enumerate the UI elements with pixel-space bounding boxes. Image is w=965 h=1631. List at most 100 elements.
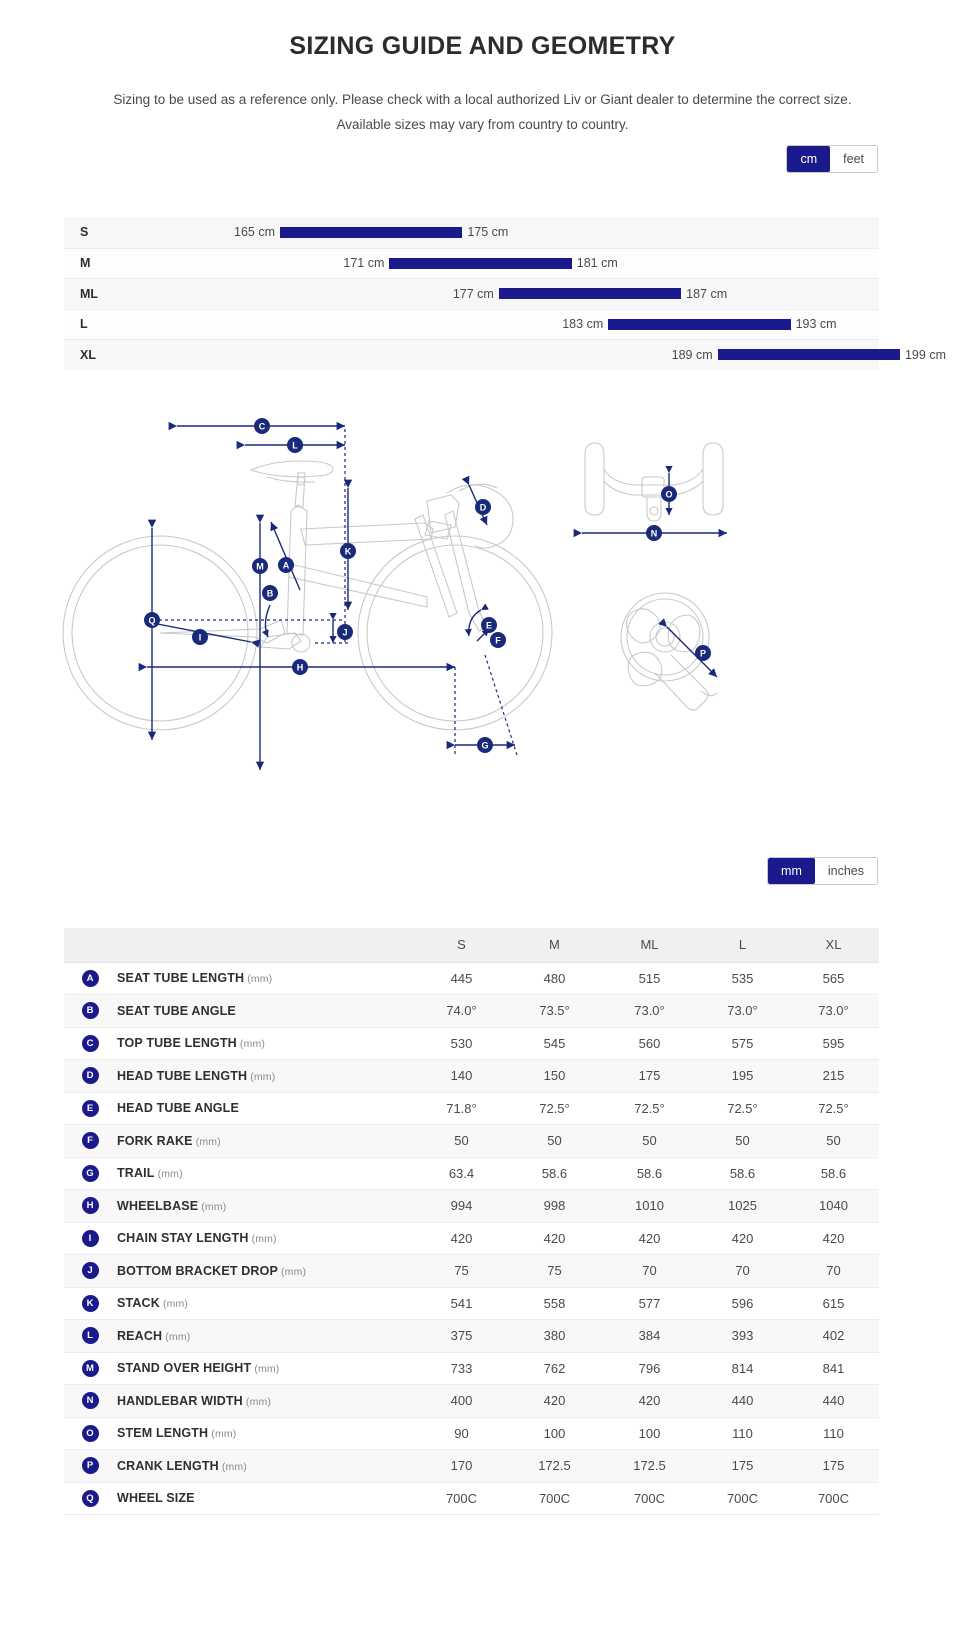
geometry-row-name: SEAT TUBE LENGTH (mm) <box>116 962 416 995</box>
geometry-row-value: 72.5° <box>602 1092 697 1125</box>
svg-text:L: L <box>292 441 298 451</box>
height-unit-option-cm[interactable]: cm <box>787 146 830 172</box>
geometry-row-value: 420 <box>416 1222 507 1255</box>
geometry-header-row: SMMLLXL <box>64 928 879 962</box>
measure-unit-option-inches[interactable]: inches <box>815 858 877 884</box>
geometry-row-unit: (mm) <box>237 1038 265 1050</box>
geometry-row-badge: E <box>64 1092 116 1125</box>
badge-d-icon: D <box>82 1067 99 1084</box>
geometry-row-name: TRAIL (mm) <box>116 1157 416 1190</box>
size-range-track: 171 cm181 cm <box>154 249 879 279</box>
geometry-row-value: 541 <box>416 1287 507 1320</box>
geometry-row-name: REACH (mm) <box>116 1320 416 1353</box>
svg-text:H: H <box>297 663 304 673</box>
badge-c-icon: C <box>82 1035 99 1052</box>
size-range-min: 165 cm <box>234 225 275 239</box>
geometry-row-value: 70 <box>602 1255 697 1288</box>
diagram-badge-O: O <box>661 486 677 502</box>
geometry-row-value: 110 <box>788 1417 879 1450</box>
table-row: ICHAIN STAY LENGTH (mm)420420420420420 <box>64 1222 879 1255</box>
geometry-row-badge: K <box>64 1287 116 1320</box>
measure-unit-toggle[interactable]: mm inches <box>767 857 878 885</box>
size-range-row: M171 cm181 cm <box>64 248 879 279</box>
geometry-row-value: 420 <box>507 1222 602 1255</box>
geometry-row-value: 58.6 <box>507 1157 602 1190</box>
geometry-row-value: 72.5° <box>697 1092 788 1125</box>
svg-text:M: M <box>256 562 264 572</box>
table-row: JBOTTOM BRACKET DROP (mm)7575707070 <box>64 1255 879 1288</box>
geometry-row-value: 50 <box>416 1125 507 1158</box>
height-unit-option-feet[interactable]: feet <box>830 146 877 172</box>
table-row: BSEAT TUBE ANGLE74.0°73.5°73.0°73.0°73.0… <box>64 995 879 1028</box>
geometry-row-value: 384 <box>602 1320 697 1353</box>
table-row: KSTACK (mm)541558577596615 <box>64 1287 879 1320</box>
size-range-track: 183 cm193 cm <box>154 310 879 340</box>
size-range-bar <box>389 258 571 269</box>
geometry-row-value: 841 <box>788 1352 879 1385</box>
badge-g-icon: G <box>82 1165 99 1182</box>
table-row: CTOP TUBE LENGTH (mm)530545560575595 <box>64 1027 879 1060</box>
geometry-row-unit: (mm) <box>243 1396 271 1408</box>
page-subtitle: Sizing to be used as a reference only. P… <box>93 87 873 137</box>
page-title: SIZING GUIDE AND GEOMETRY <box>0 0 965 61</box>
geometry-row-value: 565 <box>788 962 879 995</box>
geometry-row-value: 420 <box>602 1385 697 1418</box>
geometry-row-value: 375 <box>416 1320 507 1353</box>
sizing-guide-page: SIZING GUIDE AND GEOMETRY Sizing to be u… <box>0 0 965 1631</box>
table-row: FFORK RAKE (mm)5050505050 <box>64 1125 879 1158</box>
table-row: LREACH (mm)375380384393402 <box>64 1320 879 1353</box>
diagram-badge-F: F <box>490 632 506 648</box>
badge-j-icon: J <box>82 1262 99 1279</box>
height-unit-toggle[interactable]: cm feet <box>786 145 878 173</box>
geometry-row-value: 393 <box>697 1320 788 1353</box>
geometry-row-name: WHEEL SIZE <box>116 1482 416 1515</box>
bike-geometry-diagram: C L D K A M B Q E F J I H G O N P <box>55 415 775 785</box>
diagram-badge-N: N <box>646 525 662 541</box>
geometry-row-value: 440 <box>788 1385 879 1418</box>
svg-text:N: N <box>651 529 658 539</box>
table-row: GTRAIL (mm)63.458.658.658.658.6 <box>64 1157 879 1190</box>
geometry-row-name: HEAD TUBE LENGTH (mm) <box>116 1060 416 1093</box>
geometry-row-value: 535 <box>697 962 788 995</box>
geometry-header-size: XL <box>788 928 879 962</box>
geometry-row-value: 420 <box>602 1222 697 1255</box>
geometry-header-badge <box>64 928 116 962</box>
geometry-row-unit: (mm) <box>198 1201 226 1213</box>
size-range-max: 193 cm <box>796 317 837 331</box>
svg-text:I: I <box>199 633 202 643</box>
size-range-label: XL <box>64 348 154 362</box>
table-row: NHANDLEBAR WIDTH (mm)400420420440440 <box>64 1385 879 1418</box>
table-row: OSTEM LENGTH (mm)90100100110110 <box>64 1417 879 1450</box>
measure-unit-option-mm[interactable]: mm <box>768 858 815 884</box>
geometry-row-unit: (mm) <box>193 1136 221 1148</box>
geometry-row-badge: Q <box>64 1482 116 1515</box>
diagram-badge-B: B <box>262 585 278 601</box>
geometry-row-value: 172.5 <box>602 1450 697 1483</box>
size-range-bar-group: 165 cm175 cm <box>234 225 508 239</box>
geometry-row-badge: P <box>64 1450 116 1483</box>
geometry-row-name: CHAIN STAY LENGTH (mm) <box>116 1222 416 1255</box>
geometry-row-value: 150 <box>507 1060 602 1093</box>
geometry-row-value: 796 <box>602 1352 697 1385</box>
geometry-row-badge: M <box>64 1352 116 1385</box>
geometry-row-badge: N <box>64 1385 116 1418</box>
size-range-bar <box>718 349 900 360</box>
size-range-row: S165 cm175 cm <box>64 217 879 248</box>
geometry-row-value: 140 <box>416 1060 507 1093</box>
geometry-row-unit: (mm) <box>278 1266 306 1278</box>
geometry-row-name: STACK (mm) <box>116 1287 416 1320</box>
badge-h-icon: H <box>82 1197 99 1214</box>
geometry-row-name: STAND OVER HEIGHT (mm) <box>116 1352 416 1385</box>
svg-text:O: O <box>665 490 672 500</box>
size-range-bar-group: 183 cm193 cm <box>562 317 836 331</box>
geometry-row-value: 72.5° <box>788 1092 879 1125</box>
svg-text:A: A <box>283 561 290 571</box>
geometry-row-value: 577 <box>602 1287 697 1320</box>
geometry-row-value: 700C <box>602 1482 697 1515</box>
geometry-row-value: 575 <box>697 1027 788 1060</box>
geometry-row-unit: (mm) <box>249 1233 277 1245</box>
badge-a-icon: A <box>82 970 99 987</box>
geometry-row-value: 74.0° <box>416 995 507 1028</box>
geometry-row-value: 700C <box>697 1482 788 1515</box>
size-range-row: L183 cm193 cm <box>64 309 879 340</box>
